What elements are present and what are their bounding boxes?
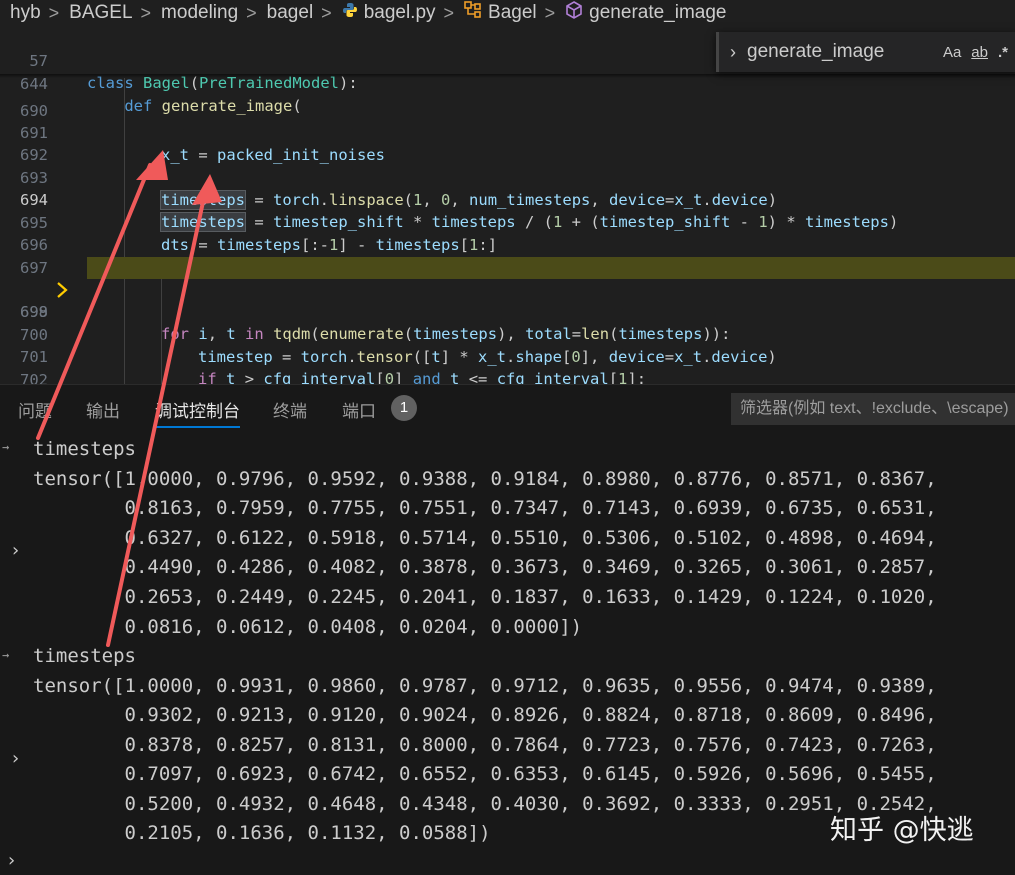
breadcrumb-item-class[interactable]: Bagel	[488, 2, 537, 24]
breadcrumb-item-file[interactable]: bagel.py	[364, 2, 436, 24]
code-line[interactable]: 701 if t > cfg_interval[0] and t <= cfg_…	[0, 324, 1015, 384]
match-whole-word-toggle[interactable]: ab	[971, 44, 988, 61]
console-expression: timesteps	[33, 438, 136, 460]
chevron-right-icon: >	[246, 2, 257, 23]
toggle-replace-chevron-icon[interactable]: ›	[719, 42, 747, 63]
breadcrumb-item-method[interactable]: generate_image	[589, 2, 726, 24]
breadcrumb-item-hyb[interactable]: hyb	[0, 2, 41, 24]
input-arrow-icon: →	[2, 440, 10, 454]
code-line-breakpoint[interactable]: 698 for i, t in tqdm(enumerate(timesteps…	[0, 257, 1015, 343]
code-line[interactable]: 697	[0, 235, 1015, 277]
code-line[interactable]: 693 timesteps = torch.linspace(1, 0, num…	[0, 145, 1015, 210]
console-output-line: 0.0816, 0.0612, 0.0408, 0.0204, 0.0000])	[33, 616, 583, 638]
tab-output[interactable]: 输出	[86, 397, 120, 422]
class-icon	[464, 1, 482, 25]
console-output-line: 0.9302, 0.9213, 0.9120, 0.9024, 0.8926, …	[33, 704, 937, 726]
python-file-icon	[342, 2, 358, 24]
code-line[interactable]: 696 timesteps = timesteps[:-1]	[0, 212, 1015, 276]
console-output-line: tensor([1.0000, 0.9796, 0.9592, 0.9388, …	[33, 468, 937, 490]
console-output-line: 0.2653, 0.2449, 0.2245, 0.2041, 0.1837, …	[33, 586, 937, 608]
chevron-right-icon: >	[48, 2, 60, 23]
chevron-right-icon: >	[443, 2, 455, 23]
breadcrumb-item-bagel-root[interactable]: BAGEL	[59, 2, 132, 24]
code-line[interactable]: 692	[0, 122, 1015, 164]
code-line[interactable]: 691 x_t = packed_init_noises	[0, 100, 1015, 164]
code-line[interactable]: 699	[0, 279, 1015, 321]
console-output-line: tensor([1.0000, 0.9931, 0.9860, 0.9787, …	[33, 675, 937, 697]
code-editor[interactable]: 57 class Bagel(PreTrainedModel): 644 def…	[0, 26, 1015, 384]
chevron-right-icon: >	[544, 2, 556, 23]
console-output-line: 0.5200, 0.4932, 0.4648, 0.4348, 0.4030, …	[33, 793, 937, 815]
match-case-toggle[interactable]: Aa	[943, 44, 961, 61]
find-widget: › generate_image Aa ab .*	[716, 32, 1015, 72]
panel-tab-bar: 问题 输出 调试控制台 终端 端口 1 筛选器(例如 text、!exclude…	[0, 384, 1015, 431]
tab-terminal[interactable]: 终端	[273, 397, 307, 422]
breadcrumb-item-bagel-folder[interactable]: bagel	[257, 2, 314, 24]
chevron-right-icon: >	[140, 2, 152, 23]
expand-chevron-icon[interactable]: ›	[10, 540, 21, 561]
code-line[interactable]: 690	[0, 78, 1015, 120]
method-icon	[565, 1, 583, 25]
input-arrow-icon: →	[2, 648, 10, 662]
watermark: 知乎 @快逃	[830, 815, 974, 846]
console-output-line: 0.7097, 0.6923, 0.6742, 0.6552, 0.6353, …	[33, 763, 937, 785]
console-filter-input[interactable]: 筛选器(例如 text、!exclude、\escape)	[731, 393, 1015, 425]
expand-chevron-icon[interactable]: ›	[10, 748, 21, 769]
tab-debug-console[interactable]: 调试控制台	[155, 397, 240, 428]
code-line[interactable]: 702 cfg_text_scale_ = cfg_text_scale	[0, 347, 1015, 384]
code-line[interactable]: 700 timestep = torch.tensor([t] * x_t.sh…	[0, 302, 1015, 366]
breadcrumb: hyb > BAGEL > modeling > bagel > bagel.p…	[0, 0, 1015, 26]
console-output-line: 0.4490, 0.4286, 0.4082, 0.3878, 0.3673, …	[33, 556, 937, 578]
ports-count-badge: 1	[391, 395, 417, 421]
console-output-line: 0.2105, 0.1636, 0.1132, 0.0588])	[33, 822, 491, 844]
console-expression: timesteps	[33, 645, 136, 667]
tab-problems[interactable]: 问题	[18, 397, 52, 422]
code-line-current[interactable]: 694 timesteps = timestep_shift * timeste…	[0, 167, 1015, 232]
tab-ports[interactable]: 端口	[342, 397, 376, 422]
console-output-line: 0.6327, 0.6122, 0.5918, 0.5714, 0.5510, …	[33, 527, 937, 549]
code-line[interactable]: 695 dts = timesteps[:-1] - timesteps[1:]	[0, 190, 1015, 254]
find-input[interactable]: generate_image	[747, 41, 943, 63]
code-line[interactable]: 703 cfg_img_scale_ = cfg_img_scale	[0, 369, 1015, 384]
console-output-line: 0.8378, 0.8257, 0.8131, 0.8000, 0.7864, …	[33, 734, 937, 756]
console-output-line: 0.8163, 0.7959, 0.7755, 0.7551, 0.7347, …	[33, 497, 937, 519]
chevron-right-icon: >	[321, 2, 332, 23]
breadcrumb-item-modeling[interactable]: modeling	[151, 2, 238, 24]
console-input-prompt-icon[interactable]: ›	[6, 850, 17, 871]
regex-toggle[interactable]: .*	[998, 44, 1008, 61]
